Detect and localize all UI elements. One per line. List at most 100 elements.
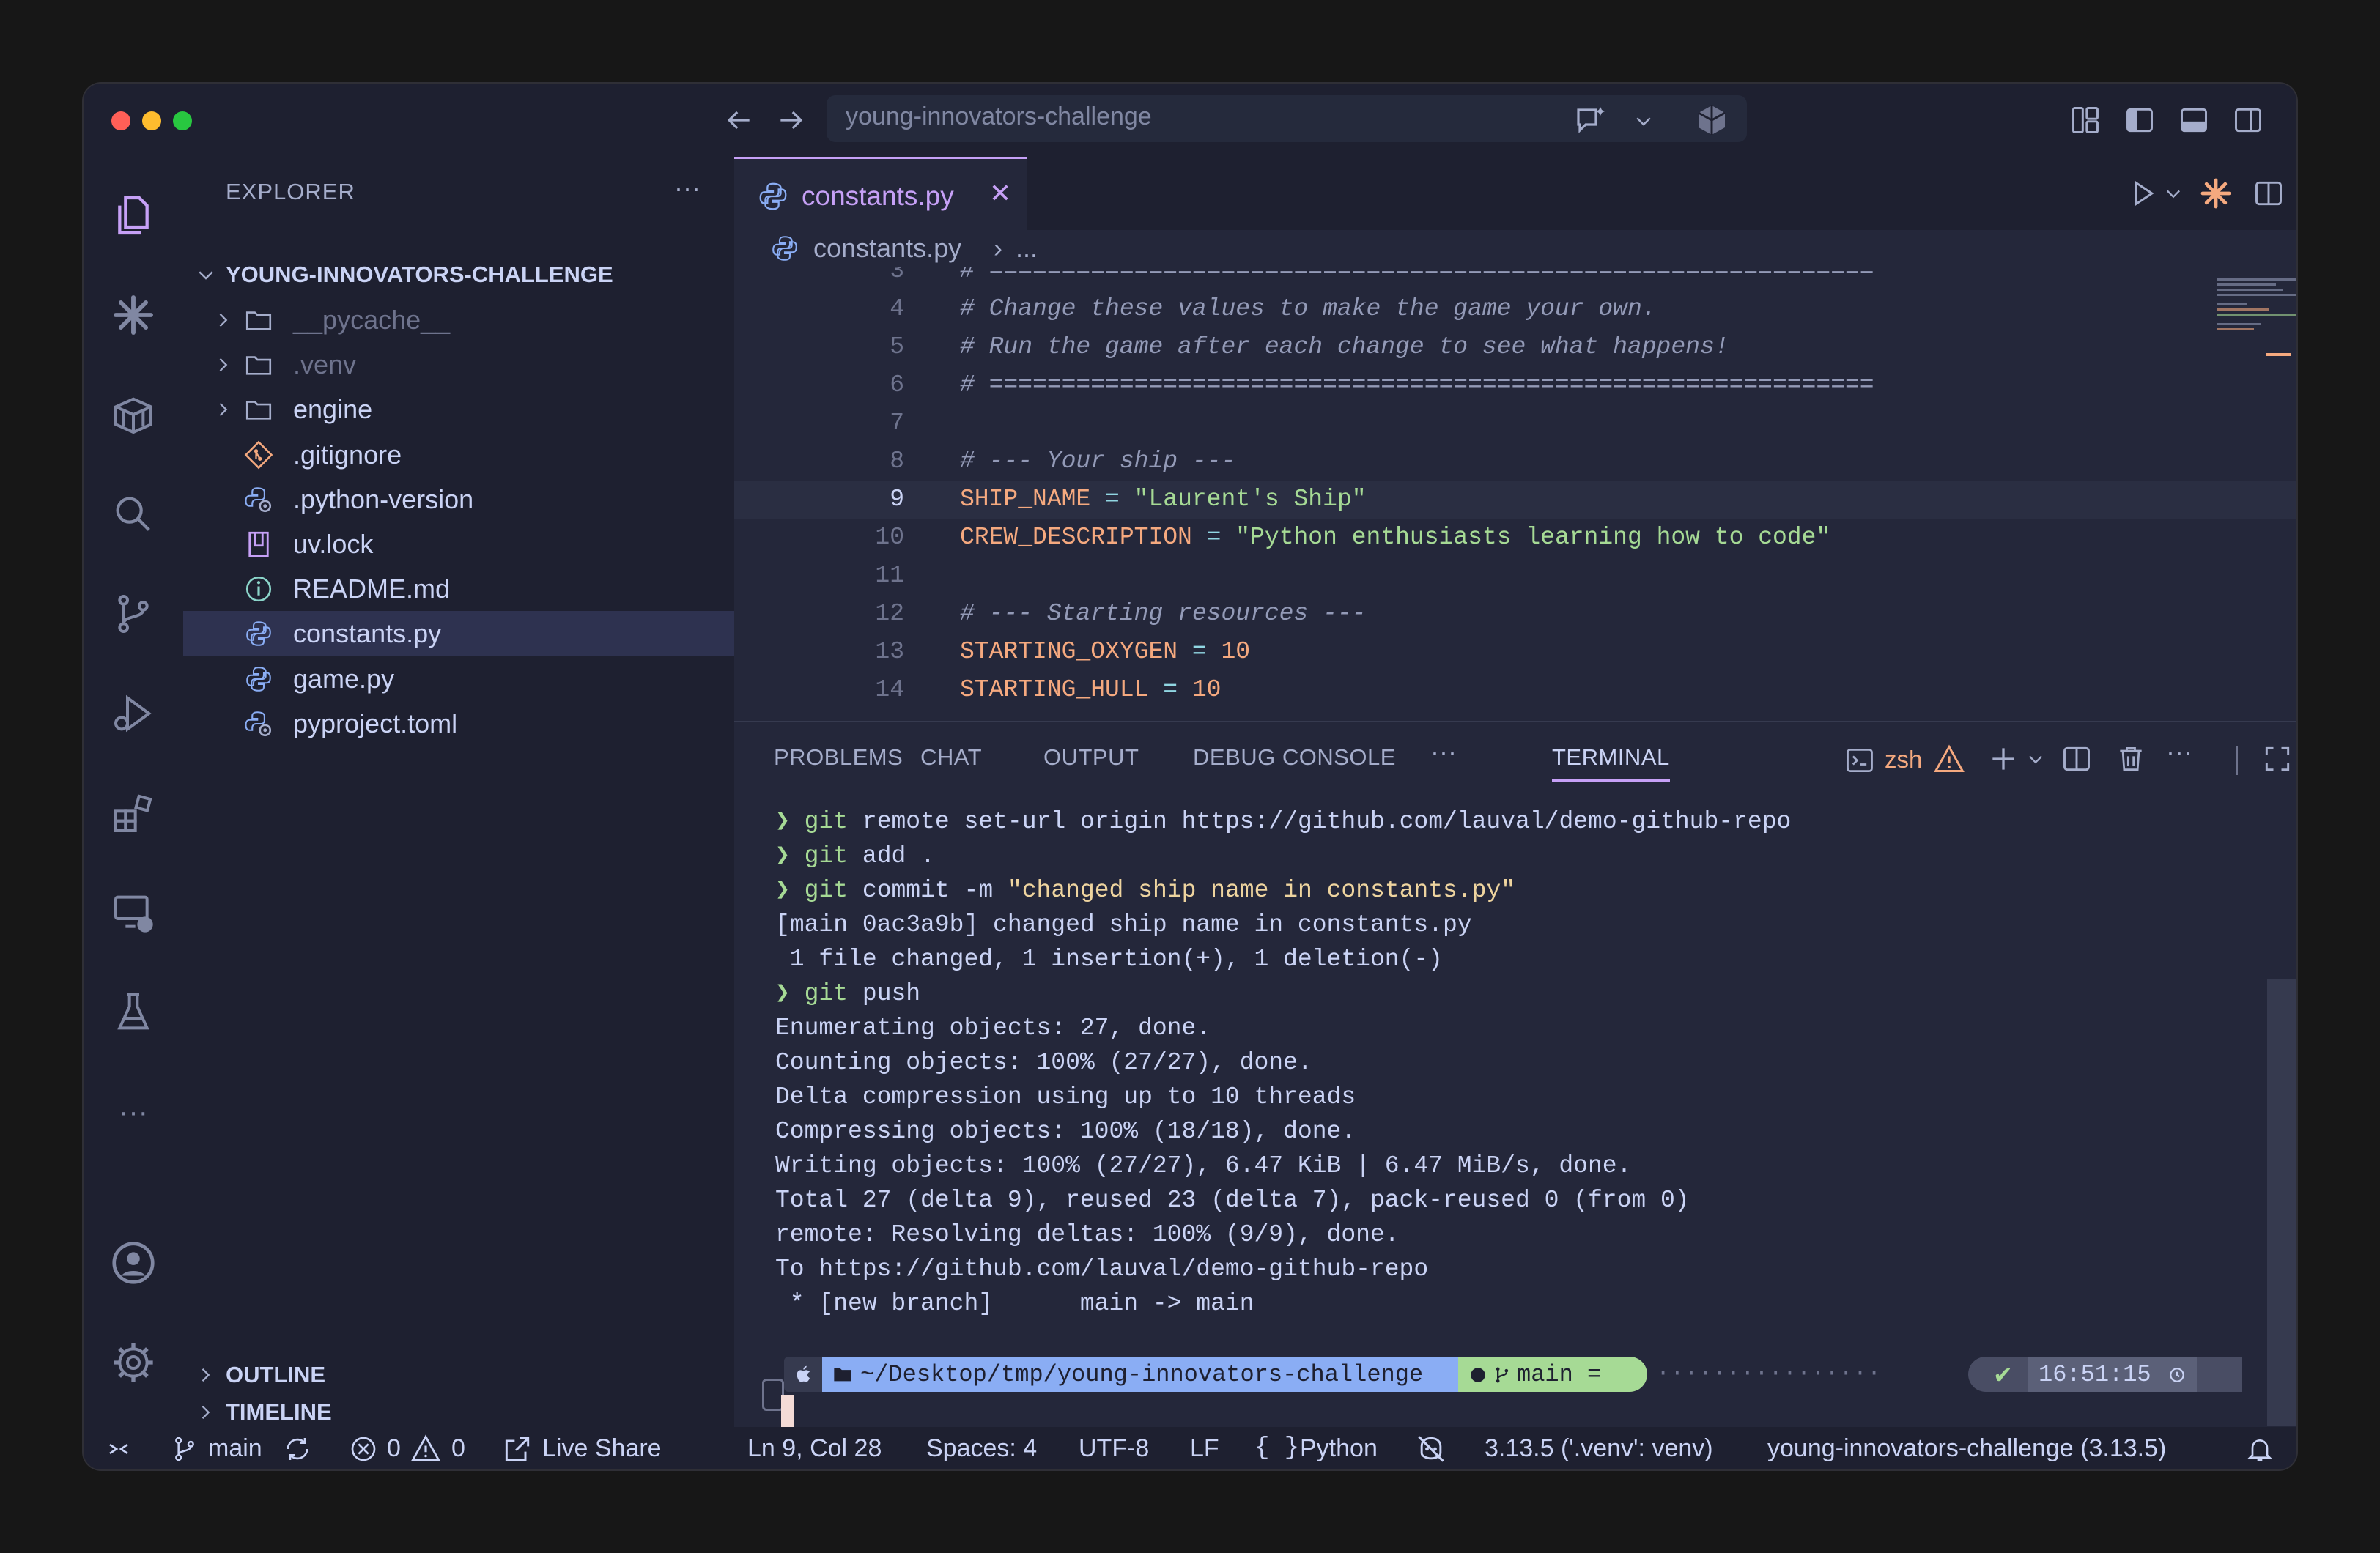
code-line[interactable]: 12 # --- Starting resources --- (734, 595, 2296, 633)
explorer-more-button[interactable]: ··· (674, 173, 701, 204)
chevron-down-icon[interactable] (2025, 749, 2046, 769)
status-language[interactable]: Python (1300, 1434, 1378, 1463)
panel-tab-terminal[interactable]: TERMINAL (1552, 744, 1670, 782)
code-editor[interactable]: 3 # =====================================… (734, 267, 2296, 721)
minimize-window-button[interactable] (142, 111, 161, 130)
trash-icon[interactable] (2115, 743, 2147, 775)
command-center-label: young-innovators-challenge (846, 103, 1152, 130)
code-comment: # --- Your ship --- (960, 448, 1236, 475)
explorer-item-pycache[interactable]: __pycache__ (183, 297, 734, 343)
panel-tab-debug-console[interactable]: DEBUG CONSOLE (1193, 744, 1396, 771)
terminal-line: Compressing objects: 100% (18/18), done. (775, 1114, 1791, 1149)
maximize-window-button[interactable] (173, 111, 192, 130)
code-line[interactable]: 8 # --- Your ship --- (734, 442, 2296, 481)
status-branch[interactable]: main (208, 1434, 262, 1463)
code-line[interactable]: 10 CREW_DESCRIPTION = "Python enthusiasts… (734, 519, 2296, 557)
testing-icon[interactable] (104, 983, 163, 1042)
explorer-item-pyproject-toml[interactable]: pyproject.toml (183, 701, 734, 746)
prompt-path: ~/Desktop/tmp/young-innovators-challenge (860, 1361, 1424, 1388)
run-python-file-icon[interactable] (2126, 177, 2159, 210)
terminal-scrollbar[interactable] (2267, 979, 2296, 1426)
copilot-disabled-icon[interactable] (1414, 1433, 1448, 1465)
split-terminal-icon[interactable] (2061, 743, 2093, 775)
container-icon[interactable] (104, 385, 163, 444)
toggle-panel-icon[interactable] (2178, 104, 2210, 136)
code-line[interactable]: 4 # Change these values to make the game … (734, 290, 2296, 328)
claude-icon[interactable] (104, 286, 163, 344)
back-arrow-icon[interactable] (722, 104, 755, 136)
terminal-shell-label[interactable]: zsh (1885, 746, 1922, 774)
breadcrumb-file[interactable]: constants.py (813, 233, 961, 264)
forward-arrow-icon[interactable] (775, 104, 808, 136)
panel-tab-output[interactable]: OUTPUT (1043, 744, 1139, 771)
panel-tab-chat[interactable]: CHAT (920, 744, 982, 771)
chat-sparkle-icon[interactable] (1572, 104, 1608, 136)
claude-code-icon[interactable] (2198, 176, 2233, 211)
code-line[interactable]: 5 # Run the game after each change to see… (734, 328, 2296, 366)
explorer-item-engine[interactable]: engine (183, 387, 734, 432)
explorer-item-venv[interactable]: .venv (183, 342, 734, 388)
terminal-more-button[interactable]: ··· (2166, 737, 2192, 768)
bell-icon[interactable] (2245, 1434, 2274, 1464)
explorer-item-python-version[interactable]: .python-version (183, 477, 734, 522)
code-line[interactable]: 11 (734, 557, 2296, 595)
toggle-primary-sidebar-icon[interactable] (2124, 104, 2156, 136)
sync-icon[interactable] (283, 1434, 312, 1464)
close-window-button[interactable] (111, 111, 130, 130)
search-icon[interactable] (104, 485, 163, 544)
explorer-root-folder[interactable]: YOUNG-INNOVATORS-CHALLENGE (183, 252, 734, 297)
remote-explorer-icon[interactable] (104, 883, 163, 942)
toggle-secondary-sidebar-icon[interactable] (2232, 104, 2264, 136)
root-folder-label: YOUNG-INNOVATORS-CHALLENGE (226, 262, 613, 287)
settings-gear-icon[interactable] (104, 1333, 163, 1392)
code-line[interactable]: 9 SHIP_NAME = "Laurent's Ship" (734, 481, 2296, 519)
extensions-icon[interactable] (104, 784, 163, 842)
warning-icon[interactable] (1933, 743, 1965, 775)
split-editor-icon[interactable] (2252, 177, 2285, 210)
git-branch-icon (175, 1437, 194, 1461)
terminal-output[interactable]: ❯ git remote set-url origin https://gith… (775, 804, 1791, 1321)
explorer-item-uv-lock[interactable]: uv.lock (183, 522, 734, 567)
run-debug-icon[interactable] (104, 684, 163, 743)
files-icon[interactable] (104, 186, 163, 245)
chevron-down-icon[interactable] (2163, 183, 2184, 204)
more-icon[interactable]: ··· (104, 1083, 163, 1141)
status-eol[interactable]: LF (1190, 1434, 1219, 1463)
status-warning-count[interactable]: 0 (451, 1434, 465, 1463)
status-live-share[interactable]: Live Share (542, 1434, 662, 1463)
panel-more-tabs-button[interactable]: ··· (1430, 737, 1457, 768)
status-cursor-position[interactable]: Ln 9, Col 28 (747, 1434, 882, 1463)
code-line[interactable]: 14 STARTING_HULL = 10 (734, 671, 2296, 709)
warning-icon (411, 1434, 440, 1461)
code-line[interactable]: 6 # =====================================… (734, 366, 2296, 404)
status-python-interpreter[interactable]: 3.13.5 ('.venv': venv) (1485, 1434, 1713, 1463)
status-encoding[interactable]: UTF-8 (1079, 1434, 1149, 1463)
explorer-item-readme-md[interactable]: README.md (183, 566, 734, 612)
timeline-section[interactable]: TIMELINE (183, 1398, 734, 1427)
code-line[interactable]: 7 (734, 404, 2296, 442)
minimap[interactable] (2217, 275, 2296, 334)
status-project[interactable]: young-innovators-challenge (3.13.5) (1767, 1434, 2166, 1463)
remote-indicator-icon[interactable] (106, 1436, 132, 1462)
customize-layout-icon[interactable] (2069, 104, 2102, 136)
tab-close-icon[interactable]: ✕ (989, 178, 1011, 209)
account-icon[interactable] (104, 1234, 163, 1292)
source-control-icon[interactable] (104, 585, 163, 643)
panel-tab-problems[interactable]: PROBLEMS (774, 744, 903, 771)
chevron-down-icon[interactable] (1633, 110, 1655, 132)
code-line[interactable]: 3 # =====================================… (734, 267, 2296, 290)
tab-constants-py[interactable]: constants.py ✕ (734, 157, 1027, 230)
breadcrumb-symbols[interactable]: ... (1016, 233, 1038, 264)
explorer-item-gitignore[interactable]: .gitignore (183, 432, 734, 478)
status-error-count[interactable]: 0 (387, 1434, 401, 1463)
explorer-item-constants-py[interactable]: constants.py (183, 611, 734, 657)
outline-section[interactable]: OUTLINE (183, 1352, 734, 1398)
copilot-hexagon-icon[interactable] (1694, 103, 1729, 138)
braces-icon: { } (1254, 1434, 1300, 1462)
maximize-panel-icon[interactable] (2261, 743, 2294, 775)
github-icon (1471, 1368, 1485, 1382)
explorer-item-game-py[interactable]: game.py (183, 656, 734, 702)
status-indentation[interactable]: Spaces: 4 (926, 1434, 1037, 1463)
code-line[interactable]: 13 STARTING_OXYGEN = 10 (734, 633, 2296, 671)
new-terminal-icon[interactable] (1987, 743, 2019, 775)
